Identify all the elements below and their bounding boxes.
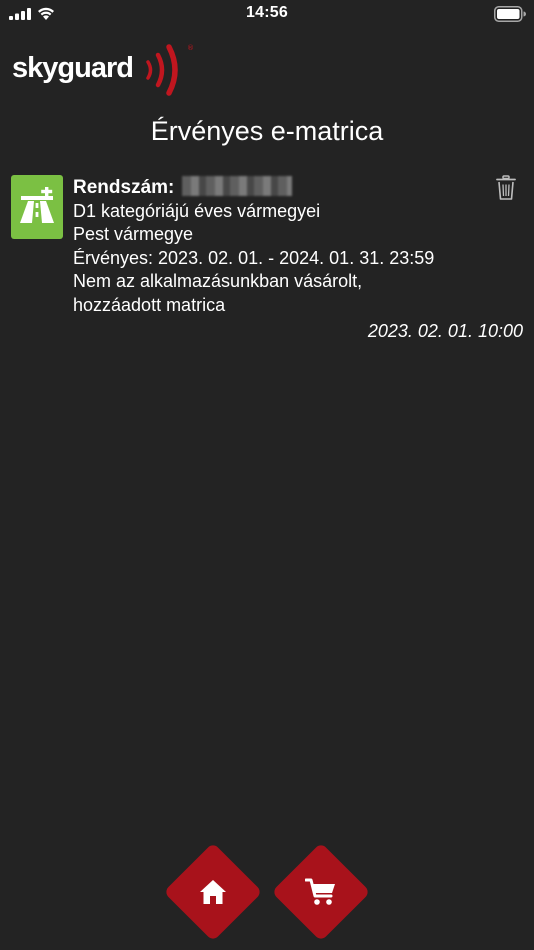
battery-icon bbox=[494, 6, 526, 22]
sticker-note-line2: hozzáadott matrica bbox=[73, 294, 226, 315]
sticker-category: D1 kategóriájú éves vármegyei bbox=[73, 200, 321, 221]
logo-waves-icon: ® bbox=[146, 44, 194, 96]
skyguard-logo: skyguard ® bbox=[12, 40, 202, 102]
status-bar: 14:56 bbox=[0, 0, 534, 30]
plate-row: Rendszám: bbox=[73, 176, 434, 200]
plate-value-blurred bbox=[181, 176, 292, 196]
sticker-county: Pest vármegye bbox=[73, 224, 194, 244]
sticker-validity: Érvényes: 2023. 02. 01. - 2024. 01. 31. … bbox=[73, 247, 435, 268]
page-title: Érvényes e-matrica bbox=[150, 116, 384, 146]
purchase-datetime: 2023. 02. 01. 10:00 bbox=[367, 321, 523, 341]
sticker-note-line1: Nem az alkalmazásunkban vásárolt, bbox=[73, 271, 363, 291]
svg-text:®: ® bbox=[187, 44, 194, 52]
cart-button[interactable] bbox=[271, 842, 371, 942]
sticker-card[interactable]: Rendszám: D1 kategóriájú éves vármegyei … bbox=[0, 170, 534, 350]
sticker-info: Rendszám: D1 kategóriájú éves vármegyei … bbox=[73, 176, 434, 317]
plate-label: Rendszám: bbox=[73, 177, 175, 198]
highway-add-icon bbox=[11, 175, 63, 239]
cart-icon bbox=[305, 878, 335, 905]
home-button[interactable] bbox=[163, 842, 263, 942]
home-icon bbox=[200, 880, 226, 904]
status-time: 14:56 bbox=[246, 4, 288, 21]
logo-text: skyguard bbox=[12, 52, 134, 84]
trash-icon[interactable] bbox=[496, 175, 516, 201]
